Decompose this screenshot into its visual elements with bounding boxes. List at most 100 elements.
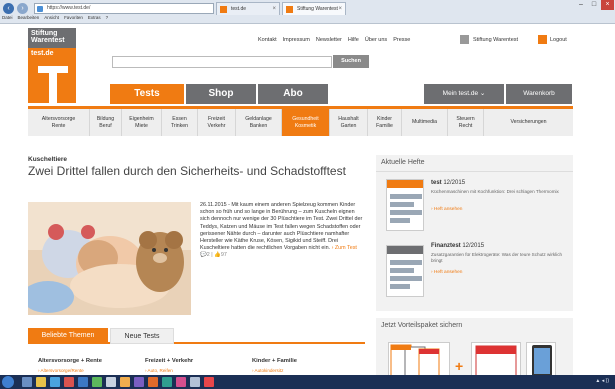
- system-tray[interactable]: ▲ ◂ )): [595, 378, 609, 384]
- address-bar[interactable]: https://www.test.de/: [34, 3, 214, 14]
- category-bildung[interactable]: Bildung Beruf: [90, 109, 122, 136]
- category-nav: Altersvorsorge Rente Bildung Beruf Eigenhe…: [28, 106, 573, 136]
- category-label: Garten: [340, 122, 357, 129]
- nav-abo[interactable]: Abo: [258, 84, 328, 104]
- user-name[interactable]: Stiftung Warentest: [473, 37, 518, 43]
- forward-button[interactable]: ›: [17, 3, 28, 14]
- category-eigenheim[interactable]: Eigenheim Miete: [122, 109, 162, 136]
- issue-title[interactable]: test 12/2015: [431, 180, 465, 186]
- browser-tab[interactable]: Stiftung Warentest ×: [282, 2, 346, 15]
- search-button[interactable]: Suchen: [333, 55, 369, 68]
- menu-item[interactable]: ?: [106, 15, 109, 20]
- issue-link[interactable]: › Heft ansehen: [431, 270, 462, 275]
- promo-magazines[interactable]: [388, 342, 450, 378]
- article-headline[interactable]: Zwei Drittel fallen durch den Sicherheit…: [28, 165, 358, 178]
- start-button[interactable]: [2, 376, 14, 388]
- issue-link[interactable]: › Heft ansehen: [431, 207, 462, 212]
- tab-beliebte-themen[interactable]: Beliebte Themen: [28, 328, 108, 344]
- taskbar-app-icon[interactable]: [78, 377, 88, 387]
- user-icon: [460, 35, 469, 44]
- taskbar-app-icon[interactable]: [204, 377, 214, 387]
- ie-icon[interactable]: [50, 377, 60, 387]
- category-essen[interactable]: Essen Trinken: [162, 109, 198, 136]
- taskbar-app-icon[interactable]: [120, 377, 130, 387]
- magazine-stack-image: [390, 344, 440, 378]
- logo-brand: Stiftung Warentest: [28, 28, 76, 48]
- taskbar-app-icon[interactable]: [134, 377, 144, 387]
- tab-neue-tests[interactable]: Neue Tests: [110, 328, 174, 344]
- minimize-button[interactable]: –: [575, 0, 587, 10]
- menu-item[interactable]: Bearbeiten: [18, 15, 40, 20]
- issue-number: 12/2015: [443, 180, 466, 186]
- tablet-image: [532, 345, 552, 377]
- close-icon[interactable]: ×: [338, 3, 342, 15]
- zum-test-link[interactable]: › Zum Test: [332, 245, 357, 251]
- menu-item[interactable]: Datei: [2, 15, 13, 20]
- article-kicker: Kuscheltiere: [28, 156, 68, 163]
- link-hilfe[interactable]: Hilfe: [348, 37, 359, 43]
- magazine-cover-finanztest[interactable]: [386, 245, 424, 297]
- category-altersvorsorge[interactable]: Altersvorsorge Rente: [28, 109, 90, 136]
- promo-tablet[interactable]: [526, 342, 556, 378]
- nav-mein-test[interactable]: Mein test.de ⌄: [424, 84, 504, 104]
- taskbar-app-icon[interactable]: [92, 377, 102, 387]
- magazine-cover-test[interactable]: [386, 179, 424, 231]
- menu-bar: Datei Bearbeiten Ansicht Favoriten Extra…: [2, 15, 108, 20]
- taskbar-app-icon[interactable]: [64, 377, 74, 387]
- nav-warenkorb[interactable]: Warenkorb: [506, 84, 572, 104]
- logo-url: test.de: [31, 50, 54, 57]
- category-geldanlage[interactable]: Geldanlage Banken: [236, 109, 282, 136]
- theme-col-link[interactable]: › Auto, Reifen: [145, 368, 173, 373]
- taskbar-app-icon[interactable]: [22, 377, 32, 387]
- category-gesundheit[interactable]: Gesundheit Kosmetik: [282, 109, 330, 136]
- category-versicherungen[interactable]: Versicherungen: [484, 109, 573, 136]
- category-label: Familie: [376, 122, 393, 129]
- menu-item[interactable]: Extras: [88, 15, 101, 20]
- site-logo[interactable]: Stiftung Warentest test.de: [28, 28, 76, 103]
- link-impressum[interactable]: Impressum: [283, 37, 310, 43]
- taskbar-app-icon[interactable]: [176, 377, 186, 387]
- nav-shop[interactable]: Shop: [186, 84, 256, 104]
- menu-item[interactable]: Favoriten: [64, 15, 83, 20]
- category-freizeit[interactable]: Freizeit Verkehr: [198, 109, 236, 136]
- logout-link[interactable]: Logout: [550, 37, 567, 43]
- category-label: Rente: [51, 122, 66, 129]
- taskbar-app-icon[interactable]: [190, 377, 200, 387]
- link-ueber-uns[interactable]: Über uns: [365, 37, 387, 43]
- category-label: Bildung: [96, 116, 115, 122]
- theme-col-link[interactable]: › Altersvorsorge/Rente: [38, 368, 84, 373]
- folder-icon[interactable]: [36, 377, 46, 387]
- menu-item[interactable]: Ansicht: [44, 15, 59, 20]
- category-haushalt[interactable]: Haushalt Garten: [330, 109, 368, 136]
- category-steuern[interactable]: Steuern Recht: [448, 109, 484, 136]
- nav-tests[interactable]: Tests: [110, 84, 184, 104]
- browser-tab[interactable]: test.de ×: [216, 2, 280, 15]
- promo-booklet[interactable]: [471, 342, 521, 378]
- link-presse[interactable]: Presse: [393, 37, 410, 43]
- taskbar-app-icon[interactable]: [148, 377, 158, 387]
- site-icon: [37, 6, 43, 12]
- search-input[interactable]: [112, 56, 332, 68]
- category-multimedia[interactable]: Multimedia: [402, 109, 448, 136]
- taskbar-app-icon[interactable]: [106, 377, 116, 387]
- category-label: Steuern: [456, 116, 475, 122]
- category-label: Banken: [249, 122, 268, 129]
- article-body: 26.11.2015 - Mit kaum einem anderen Spie…: [200, 202, 363, 252]
- maximize-button[interactable]: □: [588, 0, 600, 10]
- issue-title[interactable]: Finanztest 12/2015: [431, 243, 484, 249]
- tab-label: test.de: [231, 6, 247, 12]
- close-icon[interactable]: ×: [272, 3, 276, 15]
- logout-icon[interactable]: [538, 35, 547, 44]
- panel-title: Aktuelle Hefte: [381, 159, 425, 166]
- article-image[interactable]: [28, 202, 191, 315]
- category-kinder[interactable]: Kinder Familie: [368, 109, 402, 136]
- back-button[interactable]: ‹: [3, 3, 14, 14]
- link-newsletter[interactable]: Newsletter: [316, 37, 342, 43]
- theme-col-link[interactable]: › Autokindersitz: [252, 368, 283, 373]
- close-window-button[interactable]: ×: [601, 0, 614, 10]
- theme-col-title: Kinder + Familie: [252, 358, 297, 364]
- category-label: Versicherungen: [510, 119, 547, 125]
- taskbar-app-icon[interactable]: [162, 377, 172, 387]
- address-text: https://www.test.de/: [47, 5, 91, 11]
- link-kontakt[interactable]: Kontakt: [258, 37, 277, 43]
